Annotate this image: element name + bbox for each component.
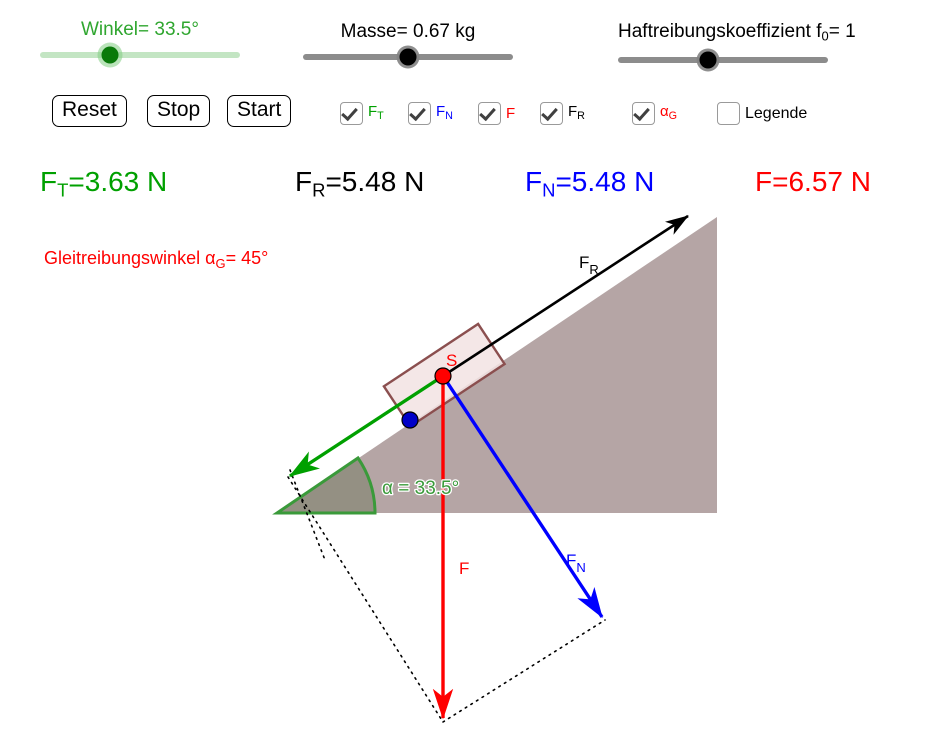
haftreibung-caption: Haftreibungskoeffizient f0= 1 <box>618 21 856 44</box>
f-readout-value: =6.57 N <box>772 166 871 197</box>
haftreibung-value: 1 <box>845 21 856 42</box>
checkbox-box-legende[interactable] <box>717 102 740 125</box>
slider-group-masse: Masse= 0.67 kg <box>303 22 513 66</box>
f-readout: F=6.57 N <box>755 166 871 197</box>
winkel-caption: Winkel= 33.5° <box>40 20 240 39</box>
masse-value: 0.67 <box>413 21 450 42</box>
checkbox-label-f: F <box>506 105 516 122</box>
stop-button[interactable]: Stop <box>147 95 211 128</box>
haftreibung-label-suffix: = <box>828 21 846 42</box>
slider-group-haftreibungskoeffizient: Haftreibungskoeffizient f0= 1 <box>618 21 856 69</box>
checkbox-label-fr: FR <box>568 103 585 123</box>
note-prefix: Gleitreibungswinkel α <box>44 248 216 268</box>
checkbox-label-alpha-g: αG <box>660 103 678 123</box>
angle-label: α = 33.5° <box>382 478 459 499</box>
checkmark-icon-f[interactable] <box>478 102 501 125</box>
masse-slider[interactable] <box>303 48 513 66</box>
ft-readout: FT=3.63 N <box>40 166 168 201</box>
fr-readout: FR=5.48 N <box>295 166 425 201</box>
winkel-slider-thumb[interactable] <box>101 46 119 64</box>
checkbox-fr[interactable]: FR <box>540 102 585 125</box>
winkel-value: 33.5 <box>154 19 192 40</box>
checkbox-f[interactable]: F <box>478 102 515 125</box>
note-sub: G <box>215 255 226 271</box>
checkbox-alpha-g[interactable]: αG <box>632 102 677 125</box>
masse-slider-thumb[interactable] <box>399 48 417 66</box>
simulation-stage: α = 33.5° S FR FN F Winkel= 33.5° Masse=… <box>0 0 950 742</box>
haftreibung-label: Haftreibungskoeffizient f <box>618 21 822 42</box>
checkbox-label-ft: FT <box>368 103 384 123</box>
checkmark-icon-ft[interactable] <box>340 102 363 125</box>
winkel-slider[interactable] <box>40 46 240 64</box>
checkbox-label-fn: FN <box>436 103 453 123</box>
checkmark-icon-fn[interactable] <box>408 102 431 125</box>
block-drag-handle[interactable] <box>401 411 419 429</box>
f-vector-label: F <box>459 559 469 578</box>
center-of-mass-label: S <box>446 351 457 370</box>
checkmark-icon-fr[interactable] <box>540 102 563 125</box>
masse-caption: Masse= 0.67 kg <box>303 22 513 41</box>
fr-vector-label: FR <box>579 253 599 277</box>
fn-vector-label: FN <box>566 551 586 575</box>
masse-unit: kg <box>449 21 476 42</box>
checkbox-label-legende: Legende <box>745 104 808 122</box>
haftreibung-label-sub: 0 <box>821 28 829 44</box>
fr-readout-value: =5.48 N <box>325 166 425 197</box>
checkbox-legende[interactable]: Legende <box>717 102 807 125</box>
angle-sector <box>272 455 377 515</box>
haftreibung-slider[interactable] <box>618 51 828 69</box>
winkel-label: Winkel= <box>81 19 155 40</box>
checkbox-fn[interactable]: FN <box>408 102 453 125</box>
start-button[interactable]: Start <box>227 95 292 128</box>
masse-label: Masse= <box>340 21 413 42</box>
dotted-line-right <box>442 619 606 723</box>
reset-button[interactable]: Reset <box>52 95 127 128</box>
center-of-mass-point[interactable] <box>434 367 452 385</box>
slider-group-winkel: Winkel= 33.5° <box>40 20 240 64</box>
winkel-unit: ° <box>191 19 199 40</box>
physics-diagram: α = 33.5° S FR FN F <box>272 214 717 723</box>
fn-readout-value: =5.48 N <box>555 166 655 197</box>
fn-readout: FN=5.48 N <box>525 166 655 201</box>
ft-readout-value: =3.63 N <box>68 166 168 197</box>
checkmark-icon-alpha-g[interactable] <box>632 102 655 125</box>
note-suffix: = 45° <box>225 248 269 268</box>
gleitreibungswinkel-note: Gleitreibungswinkel αG= 45° <box>44 249 268 271</box>
haftreibung-slider-thumb[interactable] <box>699 51 717 69</box>
checkbox-ft[interactable]: FT <box>340 102 384 125</box>
